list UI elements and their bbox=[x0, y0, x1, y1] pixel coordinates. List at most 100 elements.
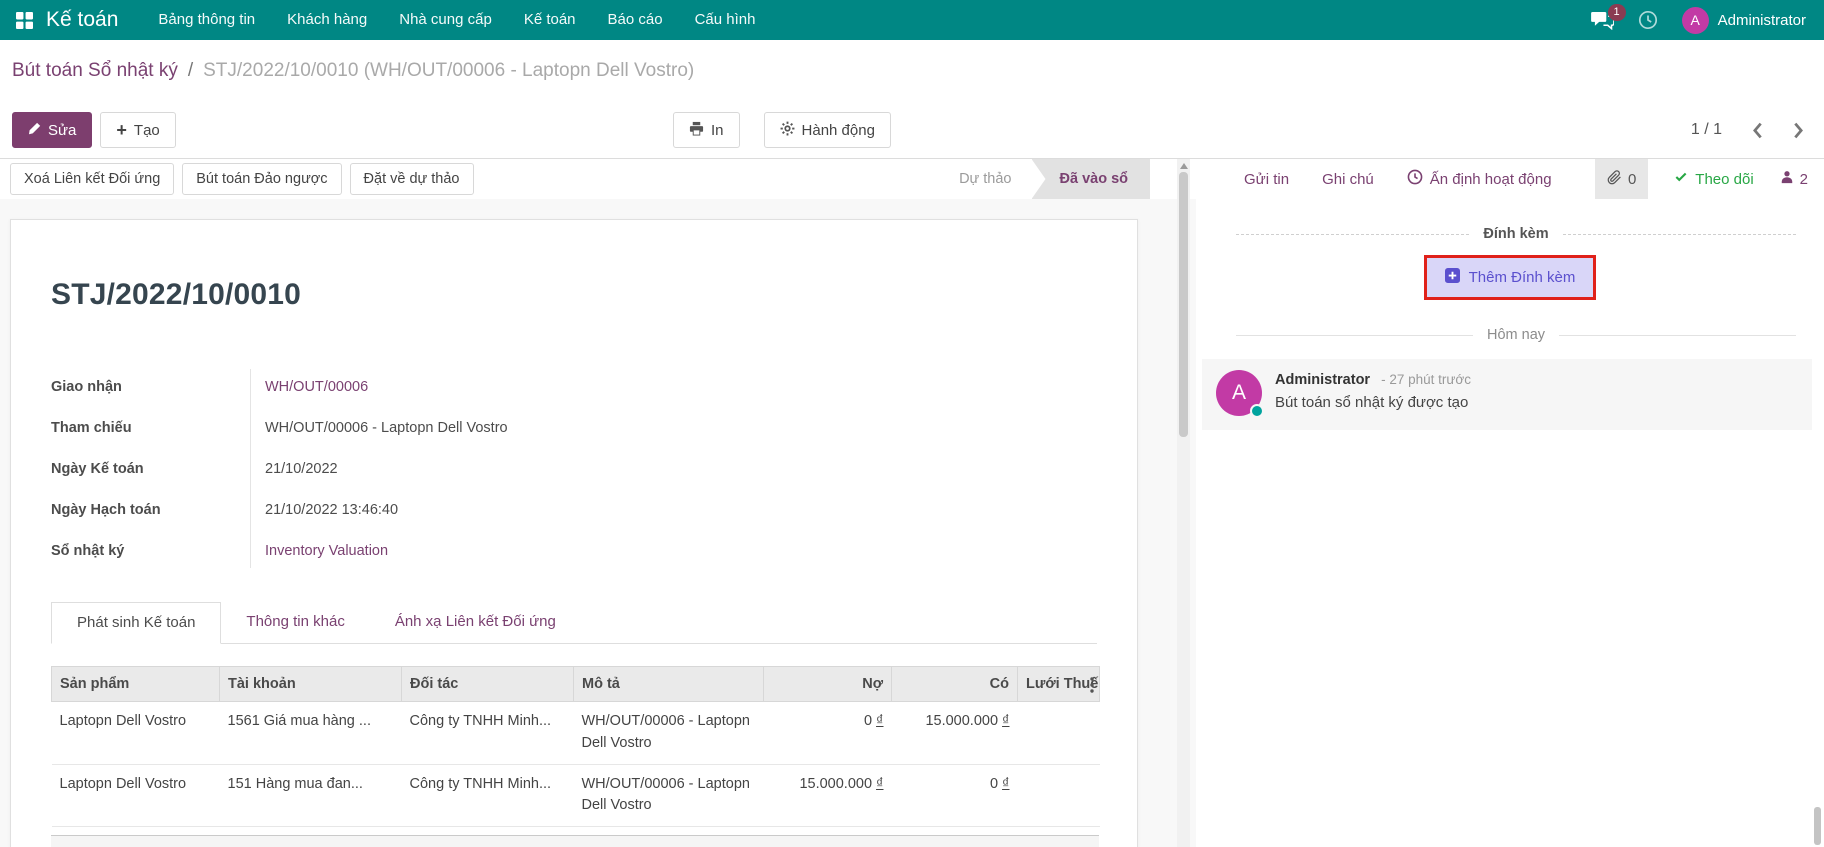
cell-credit: 0 ₫ bbox=[892, 764, 1018, 827]
table-row[interactable]: Laptopn Dell Vostro 1561 Giá mua hàng ..… bbox=[52, 702, 1100, 765]
document-title: STJ/2022/10/0010 bbox=[51, 278, 1097, 312]
cell-partner: Công ty TNHH Minh... bbox=[402, 702, 574, 765]
message-timestamp: - 27 phút trước bbox=[1381, 372, 1471, 387]
online-status-dot bbox=[1250, 404, 1264, 418]
cell-credit: 15.000.000 ₫ bbox=[892, 702, 1018, 765]
add-attachment-button[interactable]: Thêm Đính kèm bbox=[1427, 258, 1594, 297]
field-row: Ngày Hạch toán 21/10/2022 13:46:40 bbox=[51, 489, 731, 530]
menu-customers[interactable]: Khách hàng bbox=[271, 0, 383, 40]
table-footer-row bbox=[51, 835, 1099, 847]
field-row: Sổ nhật ký Inventory Valuation bbox=[51, 530, 731, 571]
message-author: Administrator bbox=[1275, 372, 1370, 388]
field-value-journal[interactable]: Inventory Valuation bbox=[250, 543, 388, 559]
print-button[interactable]: In bbox=[673, 112, 740, 148]
field-value-transfer[interactable]: WH/OUT/00006 bbox=[250, 379, 368, 395]
field-row: Ngày Kế toán 21/10/2022 bbox=[51, 448, 731, 489]
plus-square-icon bbox=[1445, 268, 1460, 287]
optional-columns-icon[interactable] bbox=[1090, 677, 1094, 697]
schedule-activity-button[interactable]: Ấn định hoạt động bbox=[1407, 169, 1552, 189]
pencil-icon bbox=[28, 122, 41, 139]
message-body: Bút toán sổ nhật ký được tạo bbox=[1275, 394, 1471, 411]
send-message-button[interactable]: Gửi tin bbox=[1244, 171, 1289, 188]
menu-accounting[interactable]: Kế toán bbox=[508, 0, 592, 40]
field-label-posting-date: Ngày Hạch toán bbox=[51, 502, 250, 518]
form-statusbar: Xoá Liên kết Đối ứng Bút toán Đảo ngược … bbox=[0, 159, 1196, 199]
currency-symbol: ₫ bbox=[876, 776, 883, 792]
field-row: Tham chiếu WH/OUT/00006 - Laptopn Dell V… bbox=[51, 407, 731, 448]
chatter-toolbar: Gửi tin Ghi chú Ấn định hoạt động 0 Theo… bbox=[1196, 159, 1824, 199]
col-product[interactable]: Sản phẩm bbox=[52, 667, 220, 702]
menu-reports[interactable]: Báo cáo bbox=[592, 0, 679, 40]
log-note-button[interactable]: Ghi chú bbox=[1322, 171, 1374, 188]
control-panel: Sửa + Tạo In Hành động 1 / 1 bbox=[0, 102, 1824, 158]
chatter-scrollbar-thumb[interactable] bbox=[1814, 807, 1821, 845]
table-header-row: Sản phẩm Tài khoản Đối tác Mô tả Nợ Có L… bbox=[52, 667, 1100, 702]
field-row: Giao nhận WH/OUT/00006 bbox=[51, 366, 731, 407]
avatar: A bbox=[1682, 7, 1709, 34]
following-button[interactable]: Theo dõi bbox=[1674, 170, 1753, 188]
breadcrumb-separator: / bbox=[188, 60, 193, 82]
field-label-transfer: Giao nhận bbox=[51, 379, 250, 395]
top-navbar: Kế toán Bảng thông tin Khách hàng Nhà cu… bbox=[0, 0, 1824, 40]
person-icon bbox=[1780, 170, 1794, 188]
paperclip-icon bbox=[1607, 170, 1622, 189]
tab-other-info[interactable]: Thông tin khác bbox=[221, 602, 369, 644]
col-label[interactable]: Mô tả bbox=[574, 667, 764, 702]
col-tax-grid[interactable]: Lưới Thuế bbox=[1018, 667, 1100, 702]
cell-product: Laptopn Dell Vostro bbox=[52, 702, 220, 765]
form-scrollbar[interactable] bbox=[1177, 159, 1190, 847]
chatter-message: A Administrator - 27 phút trước Bút toán… bbox=[1202, 359, 1812, 430]
field-label-journal: Sổ nhật ký bbox=[51, 543, 250, 559]
main-menu: Bảng thông tin Khách hàng Nhà cung cấp K… bbox=[142, 0, 771, 40]
cell-tax-grid bbox=[1018, 702, 1100, 765]
breadcrumb: Bút toán Sổ nhật ký / STJ/2022/10/0010 (… bbox=[0, 40, 1824, 102]
col-partner[interactable]: Đối tác bbox=[402, 667, 574, 702]
day-separator: Hôm nay bbox=[1196, 327, 1824, 343]
field-value-reference: WH/OUT/00006 - Laptopn Dell Vostro bbox=[250, 420, 508, 436]
table-row[interactable]: Laptopn Dell Vostro 151 Hàng mua đan... … bbox=[52, 764, 1100, 827]
status-posted[interactable]: Đã vào sổ bbox=[1032, 159, 1151, 199]
col-debit[interactable]: Nợ bbox=[764, 667, 892, 702]
field-group: Giao nhận WH/OUT/00006 Tham chiếu WH/OUT… bbox=[51, 366, 731, 571]
status-draft[interactable]: Dự thảo bbox=[939, 159, 1031, 199]
scrollbar-thumb[interactable] bbox=[1179, 172, 1188, 437]
tab-reconciliation-mapping[interactable]: Ánh xạ Liên kết Đối ứng bbox=[370, 602, 581, 644]
cell-debit: 0 ₫ bbox=[764, 702, 892, 765]
user-menu[interactable]: A Administrator bbox=[1682, 7, 1806, 34]
menu-vendors[interactable]: Nhà cung cấp bbox=[383, 0, 508, 40]
pager-next-icon[interactable] bbox=[1793, 122, 1804, 139]
edit-button[interactable]: Sửa bbox=[12, 112, 92, 148]
field-value-posting-date: 21/10/2022 13:46:40 bbox=[250, 502, 398, 518]
tab-journal-items[interactable]: Phát sinh Kế toán bbox=[51, 602, 221, 644]
activities-icon[interactable] bbox=[1638, 10, 1658, 30]
clock-icon bbox=[1407, 169, 1423, 189]
create-button[interactable]: + Tạo bbox=[100, 112, 175, 148]
apps-grid-icon[interactable] bbox=[10, 0, 38, 40]
pager: 1 / 1 bbox=[1691, 121, 1804, 139]
menu-configuration[interactable]: Cấu hình bbox=[679, 0, 772, 40]
attachments-toggle-button[interactable]: 0 bbox=[1595, 159, 1648, 199]
unreconcile-button[interactable]: Xoá Liên kết Đối ứng bbox=[10, 163, 174, 195]
reverse-entry-button[interactable]: Bút toán Đảo ngược bbox=[182, 163, 341, 195]
status-widget: Dự thảo Đã vào sổ bbox=[939, 159, 1150, 199]
messages-icon[interactable]: 1 bbox=[1591, 11, 1614, 30]
action-button[interactable]: Hành động bbox=[764, 112, 891, 148]
cell-tax-grid bbox=[1018, 764, 1100, 827]
highlight-annotation: Thêm Đính kèm bbox=[1424, 255, 1597, 300]
field-value-accounting-date: 21/10/2022 bbox=[250, 461, 338, 477]
pager-previous-icon[interactable] bbox=[1752, 122, 1763, 139]
cell-partner: Công ty TNHH Minh... bbox=[402, 764, 574, 827]
gear-icon bbox=[780, 121, 795, 140]
pager-value: 1 / 1 bbox=[1691, 121, 1722, 139]
reset-to-draft-button[interactable]: Đặt về dự thảo bbox=[350, 163, 474, 195]
col-credit[interactable]: Có bbox=[892, 667, 1018, 702]
col-account[interactable]: Tài khoản bbox=[220, 667, 402, 702]
breadcrumb-current: STJ/2022/10/0010 (WH/OUT/00006 - Laptopn… bbox=[203, 60, 694, 82]
app-brand[interactable]: Kế toán bbox=[46, 8, 118, 32]
followers-button[interactable]: 2 bbox=[1780, 170, 1808, 188]
scrollbar-up-arrow[interactable] bbox=[1180, 163, 1188, 169]
cell-account: 1561 Giá mua hàng ... bbox=[220, 702, 402, 765]
message-avatar: A bbox=[1216, 370, 1262, 416]
breadcrumb-parent-link[interactable]: Bút toán Sổ nhật ký bbox=[12, 60, 178, 82]
menu-dashboard[interactable]: Bảng thông tin bbox=[142, 0, 271, 40]
